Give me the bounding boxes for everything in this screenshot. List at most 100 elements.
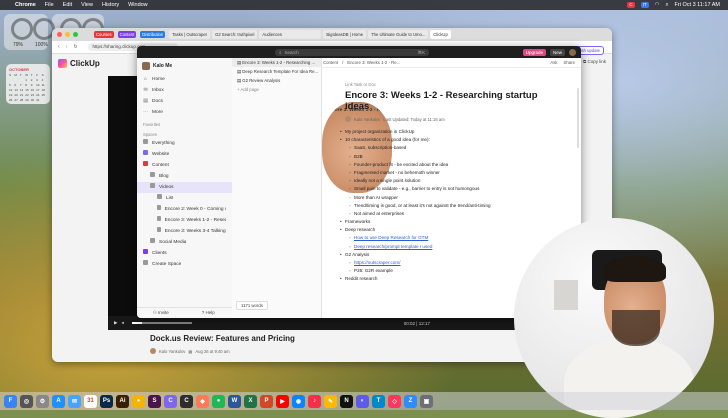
menu-edit[interactable]: Edit [63,2,72,8]
sidebar-space-item[interactable]: Create Space [137,259,232,270]
help-button[interactable]: ? Help [185,308,233,318]
dock-app-icon[interactable]: N [340,394,353,408]
doc-link[interactable]: How to use Deep Research for GTM [345,234,559,242]
sidebar-space-item[interactable]: List [137,193,232,204]
tab-audiences[interactable]: Audiences [259,30,322,39]
dock-app-icon[interactable]: ◆ [196,394,209,408]
dock-app-icon[interactable]: ◎ [20,394,33,408]
calendar-day[interactable]: 11 [42,83,47,87]
clickup-brand[interactable]: ClickUp [58,59,100,68]
volume-icon[interactable]: ◂ [121,320,123,326]
calendar-day[interactable]: 31 [36,98,41,102]
menu-window[interactable]: Window [128,2,148,8]
dock-app-icon[interactable]: ✎ [324,394,337,408]
calendar-day[interactable]: 4 [42,78,47,82]
dock-app-icon[interactable]: ✉ [68,394,81,408]
upgrade-button[interactable]: Upgrade [522,48,546,56]
search-icon[interactable]: ⌕ [665,2,668,9]
sidebar-item-docs[interactable]: ▤ Docs [137,96,232,107]
breadcrumb-content[interactable]: Content [323,60,338,65]
menubar-clock[interactable]: Fri Oct 3 11:17 AM [675,2,720,8]
dock-app-icon[interactable]: C [180,394,193,408]
close-icon[interactable] [57,32,62,37]
sidebar-space-item[interactable]: Videos [137,182,232,193]
menu-view[interactable]: View [81,2,93,8]
tab-outscraper[interactable]: Tasks | Outscraper [169,30,211,39]
page-list-item[interactable]: ▤ Encore 3: Weeks 1-2 - Researching ... [232,58,321,67]
back-icon[interactable]: ‹ [58,44,60,50]
dock-app-icon[interactable]: C [164,394,177,408]
dock-app-icon[interactable]: F [4,394,17,408]
sidebar-space-item[interactable]: Blog [137,171,232,182]
copy-link-button[interactable]: ⧉ Copy link [583,59,606,64]
calendar-day[interactable]: 25 [42,93,47,97]
sidebar-space-item[interactable]: Encore 2: Week 0 - Coming up with a... [137,204,232,215]
menu-history[interactable]: History [102,2,119,8]
dock-app-icon[interactable]: ▶ [276,394,289,408]
sidebar-space-item[interactable]: Content [137,160,232,171]
dock-app-icon[interactable]: Ai [116,394,129,408]
sidebar-item-inbox[interactable]: ✉ Inbox [137,85,232,96]
spaces-heading[interactable]: Spaces [137,128,232,138]
doc-body[interactable]: Link Task or Doc Encore 3: Weeks 1-2 - R… [340,72,559,284]
new-button[interactable]: New [549,48,565,56]
dock-app-icon[interactable]: 31 [84,394,97,408]
dock-app-icon[interactable]: X [244,394,257,408]
calendar-day[interactable]: S [42,73,47,77]
sidebar-space-item[interactable]: Encore 3: Weeks 3-4 Talking to people [137,226,232,237]
sidebar-space-item[interactable]: Everything [137,138,232,149]
doc-title[interactable]: Encore 3: Weeks 1-2 - Researching startu… [345,90,559,112]
dock-app-icon[interactable]: ◇ [388,394,401,408]
tab-g2-search[interactable]: G2 Search: truthpixel [212,30,258,39]
article-title[interactable]: Dock.us Review: Features and Pricing [150,334,295,343]
dock-app-icon[interactable]: ⚙ [36,394,49,408]
link-task-button[interactable]: Link Task or Doc [345,82,559,87]
menu-file[interactable]: File [45,2,54,8]
sidebar-space-item[interactable]: Encore 3: Weeks 1-2 - Researching st... [137,215,232,226]
maximize-icon[interactable] [73,32,78,37]
wifi-icon[interactable]: ◠ [655,2,660,8]
workspace-switcher[interactable]: Kalo Me [137,58,232,74]
scrollbar[interactable] [577,88,579,148]
page-list-item[interactable]: ▤ Deep Research Template For Idea Re... [232,67,321,76]
dock-app-icon[interactable]: S [148,394,161,408]
tab-bigideasdb[interactable]: BigIdeasDB | Home [323,30,367,39]
webcam-overlay[interactable] [514,218,714,418]
menu-app-name[interactable]: Chrome [15,2,36,8]
dock-app-icon[interactable]: ◉ [292,394,305,408]
dock-app-icon[interactable]: ● [132,394,145,408]
search-input[interactable]: ⌕ Search ⌘K [275,48,429,56]
forward-icon[interactable]: › [66,44,68,50]
dock-app-icon[interactable]: ◐ [356,394,369,408]
sidebar-item-more[interactable]: ⋯ More [137,107,232,118]
dock-app-icon[interactable]: ● [212,394,225,408]
sidebar-space-item[interactable]: Website [137,149,232,160]
calendar-day[interactable]: 18 [42,88,47,92]
invite-button[interactable]: ⚇ Invite [137,308,185,318]
doc-link[interactable]: Deep research/prompt template I used [345,243,559,251]
dock-app-icon[interactable]: W [228,394,241,408]
doc-link[interactable]: https://outscraper.com/ [345,259,559,267]
dock-app-icon[interactable]: T [372,394,385,408]
dock-app-icon[interactable]: Ps [100,394,113,408]
video-progress[interactable] [131,322,192,324]
dock-app-icon[interactable]: P [260,394,273,408]
tab-ultimate-guide[interactable]: The Ultimate Guide to Umo... [368,30,429,39]
add-page-button[interactable]: + Add page [232,85,321,94]
breadcrumb-doc[interactable]: Encore 3: Weeks 1-2 - Re... [347,60,400,65]
tab-clickup[interactable]: ClickUp [430,30,451,39]
tab-group-courses[interactable]: Courses [94,31,114,38]
reload-icon[interactable]: ↻ [73,44,77,50]
dock-app-icon[interactable]: A [52,394,65,408]
dock-app-icon[interactable]: ▣ [420,394,433,408]
avatar[interactable] [569,48,576,56]
tab-group-content[interactable]: Content [117,31,137,38]
share-button[interactable]: Share [564,60,575,65]
tab-group-distribution[interactable]: Distribution [140,31,166,38]
sidebar-item-home[interactable]: ⌂ Home [137,74,232,85]
sidebar-space-item[interactable]: Social Media [137,237,232,248]
dock-app-icon[interactable]: ♪ [308,394,321,408]
sidebar-space-item[interactable]: Clients [137,248,232,259]
calendar-widget[interactable]: OCTOBER S M T W T F S 1 2 3 4 5 6 7 8 9 10 11 12 13 14 15 16 17… [6,64,50,104]
dock-app-icon[interactable]: Z [404,394,417,408]
